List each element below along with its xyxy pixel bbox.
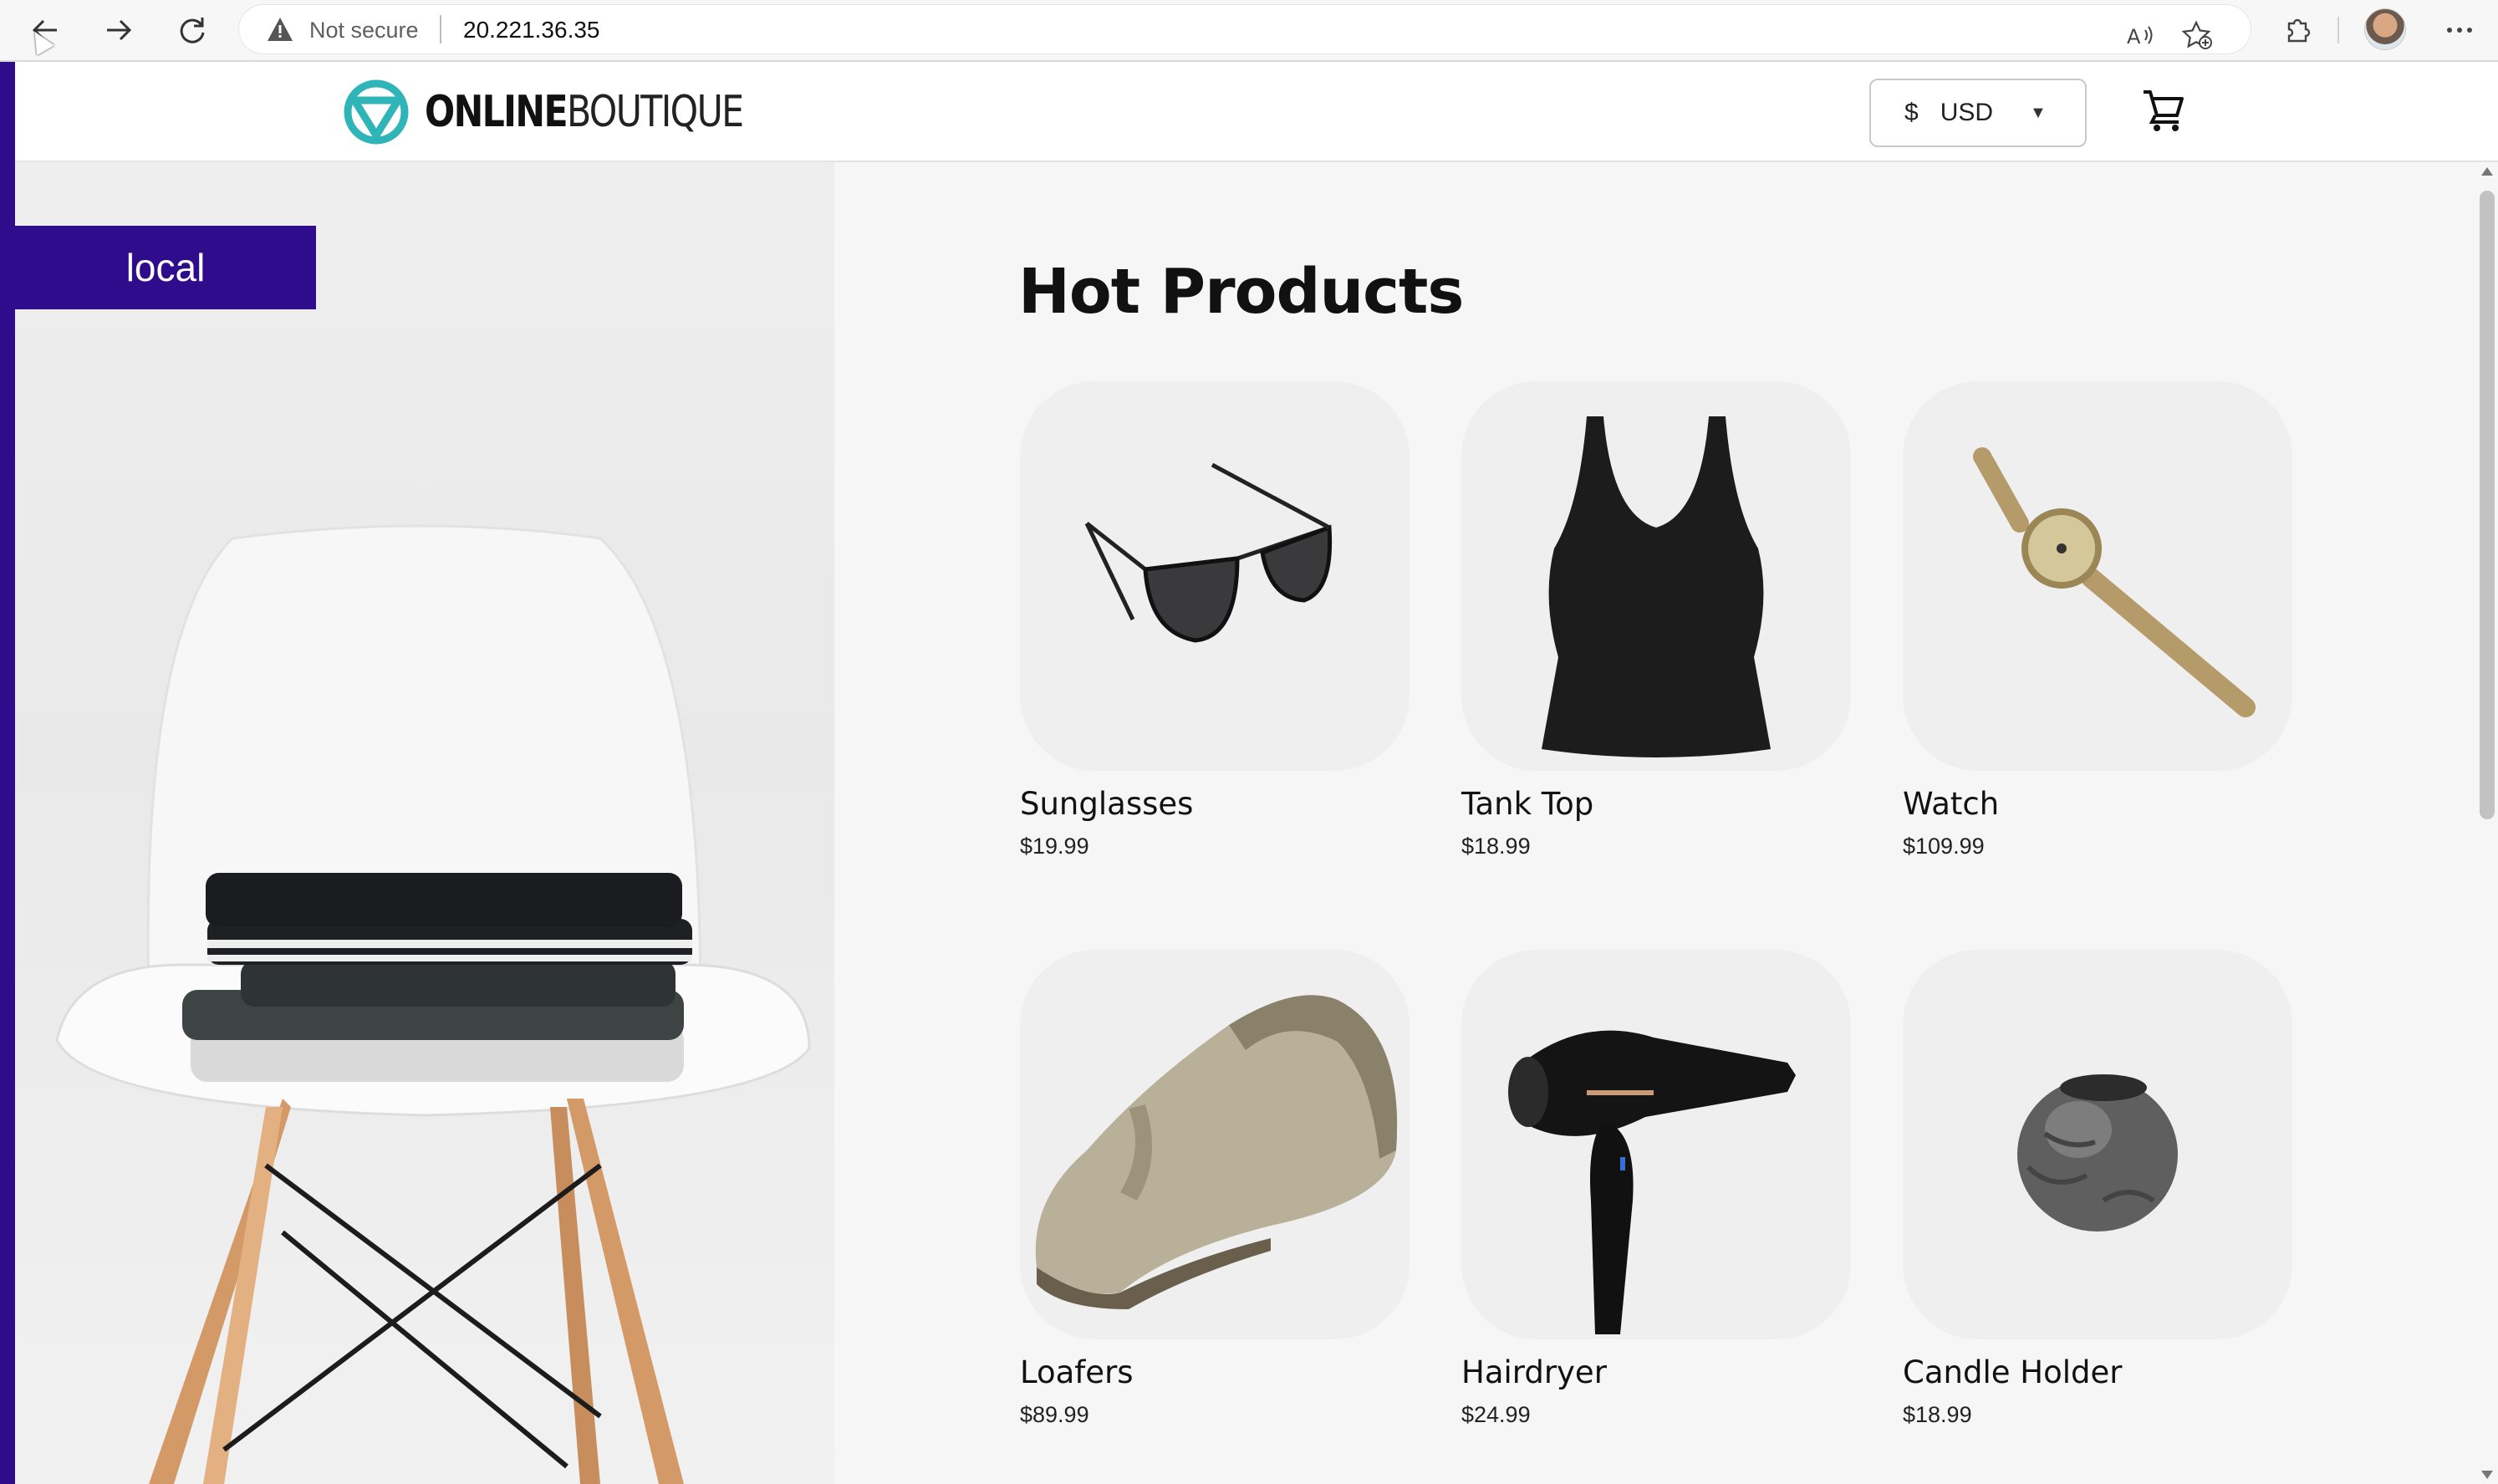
security-label[interactable]: Not secure: [309, 18, 419, 43]
product-name[interactable]: Candle Holder: [1903, 1354, 2292, 1390]
product-image[interactable]: [1461, 381, 1851, 771]
product-card[interactable]: Candle Holder $18.99: [1903, 950, 2292, 1428]
page: ONLINEBOUTIQUE $ USD ▼ local Hot Product…: [0, 62, 2498, 1484]
profile-avatar[interactable]: [2364, 8, 2406, 50]
chair-illustration: [55, 524, 811, 1484]
sunglasses-image: [1084, 462, 1333, 643]
product-price: $24.99: [1461, 1402, 1531, 1427]
url-text[interactable]: 20.221.36.35: [463, 17, 600, 43]
hero-image: local: [15, 162, 834, 1484]
logo-text-light: BOUTIQUE: [566, 87, 744, 137]
currency-selector[interactable]: $ USD ▼: [1869, 79, 2087, 147]
product-name[interactable]: Watch: [1903, 786, 2292, 822]
scroll-up-arrow-icon[interactable]: [2481, 167, 2493, 176]
product-price: $18.99: [1903, 1402, 1972, 1427]
product-image[interactable]: [1020, 950, 1410, 1339]
scrollbar-thumb[interactable]: [2480, 191, 2495, 819]
toolbar-divider: [2337, 17, 2339, 43]
site-logo[interactable]: ONLINEBOUTIQUE: [343, 79, 813, 145]
product-price: $18.99: [1461, 834, 1531, 859]
scrollbar[interactable]: [2476, 162, 2498, 1484]
logo-text-bold: ONLINE: [425, 87, 568, 137]
product-card[interactable]: Watch $109.99: [1903, 381, 2292, 859]
loafers-image: [1035, 995, 1398, 1309]
product-image[interactable]: [1020, 381, 1410, 771]
logo-mark-icon: [344, 79, 409, 145]
warning-icon[interactable]: [266, 16, 294, 47]
product-name[interactable]: Sunglasses: [1020, 786, 1410, 822]
logo-text: ONLINEBOUTIQUE: [425, 87, 744, 137]
more-menu-icon[interactable]: [2441, 12, 2478, 48]
scroll-down-arrow-icon[interactable]: [2481, 1471, 2493, 1479]
caret-down-icon: ▼: [2030, 103, 2047, 122]
url-divider: [440, 15, 441, 43]
hairdryer-image: [1508, 1030, 1796, 1334]
product-image[interactable]: [1461, 950, 1851, 1339]
product-card[interactable]: Hairdryer $24.99: [1461, 950, 1851, 1428]
currency-symbol: $: [1904, 99, 1919, 126]
environment-badge: local: [15, 226, 316, 309]
candle-holder-image: [2017, 1074, 2178, 1232]
section-title: Hot Products: [1018, 256, 1464, 328]
product-price: $109.99: [1903, 834, 1985, 859]
address-bar[interactable]: Not secure 20.221.36.35 A: [239, 5, 2251, 54]
left-accent-bar: [0, 62, 15, 1484]
browser-toolbar: Not secure 20.221.36.35 A: [0, 0, 2498, 62]
read-aloud-icon[interactable]: A: [2122, 17, 2159, 54]
product-card[interactable]: Tank Top $18.99: [1461, 381, 1851, 859]
svg-text:A: A: [2127, 25, 2141, 48]
site-header: ONLINEBOUTIQUE $ USD ▼: [15, 62, 2498, 162]
cart-icon[interactable]: [2140, 87, 2187, 134]
favorites-icon[interactable]: [2179, 17, 2215, 54]
currency-code: USD: [1940, 99, 1994, 126]
product-image[interactable]: [1903, 950, 2292, 1339]
product-name[interactable]: Hairdryer: [1461, 1354, 1851, 1390]
reload-icon[interactable]: [171, 8, 214, 52]
product-card[interactable]: Sunglasses $19.99: [1020, 381, 1410, 859]
product-name[interactable]: Loafers: [1020, 1354, 1410, 1390]
extensions-icon[interactable]: [2279, 12, 2316, 48]
tank-top-image: [1542, 416, 1771, 757]
product-price: $89.99: [1020, 1402, 1089, 1427]
watch-image: [1973, 447, 2256, 717]
product-price: $19.99: [1020, 834, 1089, 859]
forward-arrow-icon[interactable]: [97, 8, 140, 52]
product-image[interactable]: [1903, 381, 2292, 771]
product-card[interactable]: Loafers $89.99: [1020, 950, 1410, 1428]
product-name[interactable]: Tank Top: [1461, 786, 1851, 822]
